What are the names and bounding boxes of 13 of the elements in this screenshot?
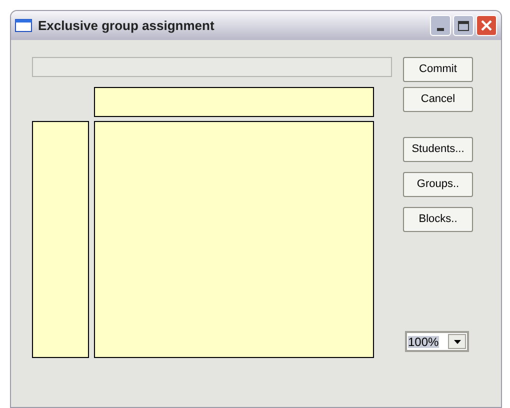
- dialog-button[interactable]: Groups..: [403, 172, 473, 197]
- window-title: Exclusive group assignment: [38, 16, 216, 35]
- window-icon: [15, 19, 32, 32]
- zoom-dropdown[interactable]: 100%: [405, 331, 469, 352]
- dialog-button[interactable]: Cancel: [403, 87, 473, 112]
- maximize-button[interactable]: [453, 15, 474, 36]
- dialog-button[interactable]: Students...: [403, 137, 473, 162]
- dialog-button[interactable]: Blocks..: [403, 207, 473, 232]
- dropdown-arrow-icon: [454, 340, 460, 344]
- dialog-button[interactable]: Commit: [403, 57, 473, 82]
- close-button[interactable]: [476, 15, 497, 36]
- close-icon: [481, 20, 492, 31]
- minimize-button[interactable]: [430, 15, 451, 36]
